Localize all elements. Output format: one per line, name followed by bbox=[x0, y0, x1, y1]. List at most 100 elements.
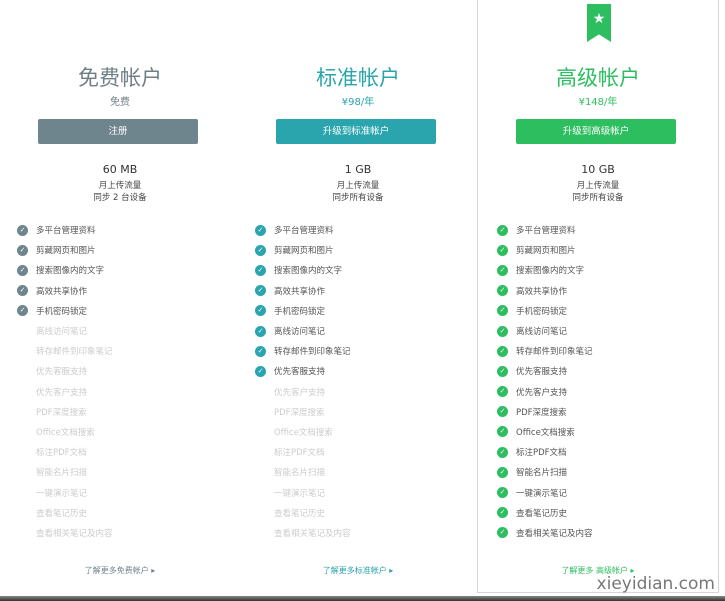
feature-label: 离线访问笔记 bbox=[516, 327, 568, 338]
check-icon: ✓ bbox=[17, 224, 28, 236]
feature-item: ✓ 搜索图像内的文字 bbox=[497, 260, 593, 280]
feature-label: 查看相关笔记及内容 bbox=[36, 528, 113, 539]
feature-item: ✓ 一键演示笔记 bbox=[497, 482, 593, 502]
sync-label: 同步所有设备 bbox=[572, 193, 624, 203]
plan-price: 免费 bbox=[110, 97, 130, 108]
check-icon: ✓ bbox=[497, 244, 508, 256]
divider bbox=[0, 596, 725, 601]
learn-more-link[interactable]: 了解更多免费帐户 ▸ bbox=[0, 565, 240, 576]
plan-button[interactable]: 升级到高级帐户 bbox=[516, 119, 676, 144]
feature-label: 一键演示笔记 bbox=[516, 488, 568, 499]
feature-label: 剪藏网页和图片 bbox=[516, 246, 576, 257]
feature-label: 多平台管理资料 bbox=[516, 226, 576, 237]
check-icon: ✓ bbox=[255, 325, 266, 337]
feature-item: ✓查看相关笔记及内容 bbox=[255, 523, 351, 543]
feature-label: 优先客户支持 bbox=[274, 387, 326, 398]
feature-label: 手机密码锁定 bbox=[36, 306, 88, 317]
feature-item: ✓转存邮件到印象笔记 bbox=[17, 341, 113, 361]
feature-label: 优先客服支持 bbox=[516, 367, 568, 378]
plan-title: 标准帐户 bbox=[316, 66, 400, 90]
feature-label: 智能名片扫描 bbox=[516, 468, 568, 479]
check-icon: ✓ bbox=[497, 426, 508, 438]
feature-label: 剪藏网页和图片 bbox=[274, 246, 334, 257]
feature-item: ✓智能名片扫描 bbox=[17, 462, 113, 482]
feature-item: ✓ 剪藏网页和图片 bbox=[17, 240, 113, 260]
check-icon: ✓ bbox=[497, 507, 508, 519]
feature-label: 高效共享协作 bbox=[274, 286, 326, 297]
storage-amount: 10 GB bbox=[581, 163, 615, 176]
storage-amount: 60 MB bbox=[102, 163, 138, 176]
feature-item: ✓Office文档搜索 bbox=[17, 422, 113, 442]
feature-label: 高效共享协作 bbox=[36, 286, 88, 297]
feature-label: 转存邮件到印象笔记 bbox=[274, 347, 351, 358]
check-icon: ✓ bbox=[497, 386, 508, 398]
feature-label: 优先客户支持 bbox=[516, 387, 568, 398]
storage-amount: 1 GB bbox=[344, 163, 372, 176]
check-icon: ✓ bbox=[255, 305, 266, 317]
feature-label: 一键演示笔记 bbox=[36, 488, 88, 499]
star-icon: ★ bbox=[587, 4, 611, 42]
feature-list: ✓多平台管理资料✓剪藏网页和图片✓搜索图像内的文字✓高效共享协作✓手机密码锁定✓… bbox=[255, 220, 351, 543]
feature-item: ✓离线访问笔记 bbox=[255, 321, 351, 341]
plan-premium: ★ 高级帐户 ¥148/年 升级到高级帐户 10 GB 月上传流量 同步所有设备… bbox=[477, 0, 719, 593]
feature-label: 剪藏网页和图片 bbox=[36, 246, 96, 257]
plan-button[interactable]: 注册 bbox=[38, 119, 198, 144]
feature-label: 一键演示笔记 bbox=[274, 488, 326, 499]
check-icon: ✓ bbox=[497, 305, 508, 317]
plan-price: ¥98/年 bbox=[341, 97, 375, 108]
feature-item: ✓查看笔记历史 bbox=[17, 503, 113, 523]
feature-item: ✓查看相关笔记及内容 bbox=[17, 523, 113, 543]
feature-item: ✓查看笔记历史 bbox=[255, 503, 351, 523]
check-icon: ✓ bbox=[497, 264, 508, 276]
check-icon: ✓ bbox=[17, 264, 28, 276]
feature-label: 查看笔记历史 bbox=[36, 508, 88, 519]
check-icon: ✓ bbox=[17, 285, 28, 297]
feature-label: 优先客服支持 bbox=[274, 367, 326, 378]
feature-item: ✓ 搜索图像内的文字 bbox=[255, 260, 351, 280]
feature-label: 查看笔记历史 bbox=[274, 508, 326, 519]
feature-item: ✓ 剪藏网页和图片 bbox=[255, 240, 351, 260]
feature-item: ✓ 手机密码锁定 bbox=[497, 301, 593, 321]
feature-item: ✓ 手机密码锁定 bbox=[255, 301, 351, 321]
upload-label: 月上传流量 bbox=[576, 181, 620, 191]
feature-list: ✓多平台管理资料✓剪藏网页和图片✓搜索图像内的文字✓高效共享协作✓手机密码锁定✓… bbox=[17, 220, 113, 543]
feature-label: 搜索图像内的文字 bbox=[274, 266, 343, 277]
check-icon: ✓ bbox=[17, 305, 28, 317]
feature-label: 智能名片扫描 bbox=[36, 468, 88, 479]
check-icon: ✓ bbox=[497, 365, 508, 377]
feature-label: 多平台管理资料 bbox=[36, 226, 96, 237]
learn-more-link[interactable]: 了解更多标准帐户 ▸ bbox=[238, 565, 478, 576]
feature-list: ✓多平台管理资料✓剪藏网页和图片✓搜索图像内的文字✓高效共享协作✓手机密码锁定✓… bbox=[497, 220, 593, 543]
feature-item: ✓ PDF深度搜索 bbox=[497, 402, 593, 422]
check-icon: ✓ bbox=[497, 466, 508, 478]
check-icon: ✓ bbox=[255, 365, 266, 377]
feature-item: ✓查看相关笔记及内容 bbox=[497, 523, 593, 543]
check-icon: ✓ bbox=[497, 406, 508, 418]
feature-label: 标注PDF文档 bbox=[516, 448, 567, 459]
feature-item: ✓优先客服支持 bbox=[17, 361, 113, 381]
feature-item: ✓ 手机密码锁定 bbox=[17, 301, 113, 321]
feature-item: ✓离线访问笔记 bbox=[17, 321, 113, 341]
check-icon: ✓ bbox=[497, 487, 508, 499]
feature-label: 离线访问笔记 bbox=[36, 327, 88, 338]
check-icon: ✓ bbox=[255, 224, 266, 236]
feature-item: ✓ 优先客服支持 bbox=[255, 361, 351, 381]
feature-item: ✓ 优先客户支持 bbox=[497, 382, 593, 402]
watermark: xieyidian.com bbox=[596, 574, 715, 594]
feature-label: 手机密码锁定 bbox=[516, 306, 568, 317]
feature-item: ✓一键演示笔记 bbox=[17, 482, 113, 502]
plan-button[interactable]: 升级到标准帐户 bbox=[276, 119, 436, 144]
check-icon: ✓ bbox=[255, 264, 266, 276]
feature-item: ✓优先客户支持 bbox=[255, 382, 351, 402]
sync-label: 同步 2 台设备 bbox=[93, 193, 147, 203]
feature-item: ✓智能名片扫描 bbox=[255, 462, 351, 482]
feature-label: 智能名片扫描 bbox=[274, 468, 326, 479]
check-icon: ✓ bbox=[497, 285, 508, 297]
plan-standard: 标准帐户 ¥98/年 升级到标准帐户 1 GB 月上传流量 同步所有设备 ✓ 多平台… bbox=[238, 0, 478, 593]
feature-label: 查看笔记历史 bbox=[516, 508, 568, 519]
check-icon: ✓ bbox=[497, 446, 508, 458]
feature-item: ✓ 剪藏网页和图片 bbox=[497, 240, 593, 260]
sync-label: 同步所有设备 bbox=[332, 193, 384, 203]
feature-label: 高效共享协作 bbox=[516, 286, 568, 297]
feature-item: ✓转存邮件到印象笔记 bbox=[497, 341, 593, 361]
